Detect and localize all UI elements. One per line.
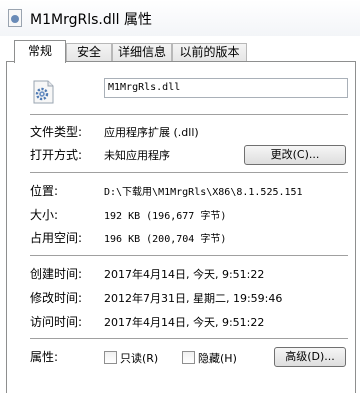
general-panel (6, 61, 356, 393)
size-label: 大小: (30, 208, 59, 222)
open-with-value: 未知应用程序 (104, 149, 170, 162)
open-with-label: 打开方式: (30, 148, 83, 162)
created-value: 2017年4月14日, 今天, 9:51:22 (104, 268, 265, 281)
window-title: M1MrgRls.dll 属性 (30, 12, 152, 28)
accessed-value: 2017年4月14日, 今天, 9:51:22 (104, 316, 265, 329)
created-label: 创建时间: (30, 267, 83, 281)
tab-previous-versions[interactable]: 以前的版本 (172, 43, 247, 62)
dll-file-icon (8, 9, 22, 27)
tab-strip: 常规 安全 详细信息 以前的版本 (0, 40, 360, 63)
tab-details[interactable]: 详细信息 (112, 43, 172, 62)
divider-4 (30, 338, 348, 340)
location-label: 位置: (30, 184, 59, 198)
file-type-label: 文件类型: (30, 125, 83, 139)
title-bar: M1MrgRls.dll 属性 (0, 0, 360, 36)
size-on-disk-label: 占用空间: (30, 231, 83, 245)
filename-field[interactable]: M1MrgRls.dll (104, 78, 348, 98)
divider-1 (30, 114, 348, 116)
change-button[interactable]: 更改(C)... (244, 145, 346, 165)
readonly-checkbox[interactable] (104, 351, 117, 364)
tab-general[interactable]: 常规 (14, 40, 66, 63)
tab-security[interactable]: 安全 (66, 43, 112, 62)
modified-label: 修改时间: (30, 291, 83, 305)
readonly-label[interactable]: 只读(R) (120, 350, 158, 366)
size-value: 192 KB (196,677 字节) (104, 211, 227, 222)
size-on-disk-value: 196 KB (200,704 字节) (104, 234, 227, 245)
file-type-value: 应用程序扩展 (.dll) (104, 126, 199, 139)
attributes-label: 属性: (30, 350, 59, 364)
accessed-label: 访问时间: (30, 315, 83, 329)
gear-file-icon (33, 80, 54, 104)
hidden-checkbox[interactable] (182, 351, 195, 364)
location-value: D:\下载用\M1MrgRls\X86\8.1.525.151 (104, 187, 303, 198)
advanced-button[interactable]: 高级(D)... (274, 347, 346, 367)
divider-2 (30, 172, 348, 174)
divider-3 (30, 255, 348, 257)
modified-value: 2012年7月31日, 星期二, 19:59:46 (104, 292, 283, 305)
hidden-label[interactable]: 隐藏(H) (198, 350, 237, 366)
